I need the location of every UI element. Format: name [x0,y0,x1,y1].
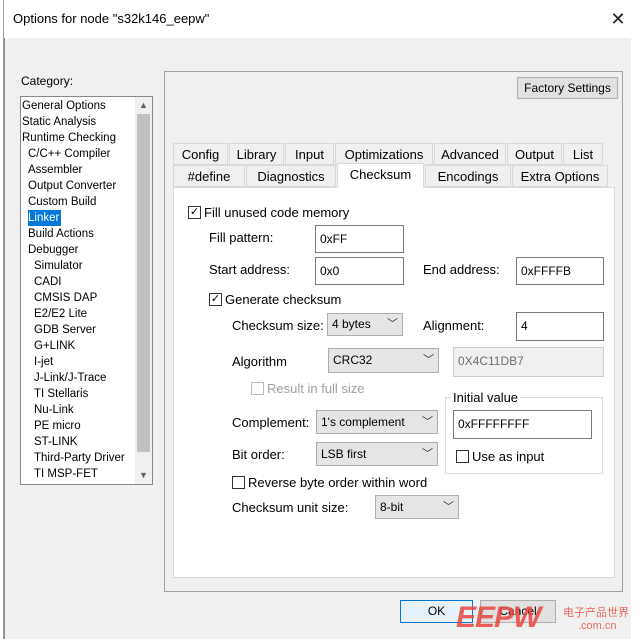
complement-label: Complement: [232,415,310,430]
complement-select[interactable]: 1's complement ﹀ [316,410,438,434]
use-as-input-label: Use as input [472,449,545,464]
end-address-input[interactable]: 0xFFFFB [516,257,604,285]
tab-config[interactable]: Config [173,143,228,165]
category-item[interactable]: PE micro [34,418,83,434]
use-as-input-checkbox[interactable] [456,450,469,463]
chevron-down-icon: ﹀ [422,416,433,428]
scroll-down-icon[interactable]: ▼ [135,467,152,483]
category-item[interactable]: I-jet [34,354,55,370]
unit-size-select[interactable]: 8-bit ﹀ [375,495,459,519]
initial-value-label: Initial value [451,390,521,405]
bit-order-select[interactable]: LSB first ﹀ [316,442,438,466]
category-item[interactable]: Nu-Link [34,402,76,418]
category-item[interactable]: Debugger [28,242,81,258]
result-full-size-label: Result in full size [267,381,365,396]
category-item[interactable]: Assembler [28,162,84,178]
category-item[interactable]: Output Converter [28,178,118,194]
fill-unused-checkbox[interactable]: ✓ [188,206,201,219]
unit-size-label: Checksum unit size: [232,500,349,515]
reverse-byte-order-label: Reverse byte order within word [248,475,428,490]
tab-encodings[interactable]: Encodings [425,165,511,187]
category-label: Category: [21,74,74,88]
algorithm-value: CRC32 [333,353,373,367]
category-item[interactable]: ST-LINK [34,434,79,450]
category-item[interactable]: GDB Server [34,322,98,338]
close-icon[interactable]: ✕ [605,6,631,32]
chevron-down-icon: ﹀ [422,448,433,460]
chevron-down-icon: ﹀ [387,318,398,330]
background-window-strip [631,38,643,639]
tab-optimizations[interactable]: Optimizations [335,143,433,165]
checksum-size-value: 4 bytes [332,317,371,331]
category-item[interactable]: Linker [28,210,62,226]
window-title: Options for node "s32k146_eepw" [13,11,210,26]
category-item[interactable]: TI Stellaris [34,386,90,402]
fill-pattern-label: Fill pattern: [209,230,274,245]
algorithm-label: Algorithm [232,354,287,369]
fill-unused-label: Fill unused code memory [204,205,350,220]
category-item[interactable]: Static Analysis [22,114,98,130]
tab-library[interactable]: Library [229,143,284,165]
category-item[interactable]: CMSIS DAP [34,290,99,306]
end-address-label: End address: [423,262,500,277]
watermark-cn: 电子产品世界 [563,607,629,619]
unit-size-value: 8-bit [380,500,404,514]
alignment-input[interactable]: 4 [516,312,604,341]
tab-extra-options[interactable]: Extra Options [512,165,608,187]
start-address-label: Start address: [209,262,290,277]
category-item[interactable]: G+LINK [34,338,77,354]
factory-settings-button[interactable]: Factory Settings [517,77,618,99]
category-list[interactable]: General Options Static Analysis Runtime Ch… [20,96,153,485]
tab-advanced[interactable]: Advanced [434,143,506,165]
polynomial-field: 0X4C11DB7 [453,347,604,377]
alignment-label: Alignment: [423,318,485,333]
tab-define[interactable]: #define [173,165,245,187]
initial-value-input[interactable]: 0xFFFFFFFF [453,410,592,439]
scroll-up-icon[interactable]: ▲ [135,97,152,113]
complement-value: 1's complement [321,415,405,429]
scroll-thumb[interactable] [137,114,150,452]
generate-checksum-label: Generate checksum [225,292,342,307]
category-item[interactable]: C/C++ Compiler [28,146,112,162]
algorithm-select[interactable]: CRC32 ﹀ [328,348,439,373]
tab-input[interactable]: Input [285,143,334,165]
category-item[interactable]: Custom Build [28,194,98,210]
chevron-down-icon: ﹀ [443,501,454,513]
fill-pattern-input[interactable]: 0xFF [315,225,404,253]
bit-order-label: Bit order: [232,447,285,462]
bit-order-value: LSB first [321,447,367,461]
category-item[interactable]: Simulator [34,258,85,274]
category-item[interactable]: Third-Party Driver [34,450,127,466]
tab-checksum[interactable]: Checksum [337,163,424,188]
category-item[interactable]: General Options [22,98,108,114]
category-item[interactable]: E2/E2 Lite [34,306,89,322]
checksum-size-select[interactable]: 4 bytes ﹀ [327,313,403,336]
result-full-size-checkbox[interactable] [251,382,264,395]
category-item[interactable]: Build Actions [28,226,96,242]
tab-list[interactable]: List [563,143,603,165]
watermark-logo: EEPW [456,601,541,634]
reverse-byte-order-checkbox[interactable] [232,476,245,489]
generate-checksum-checkbox[interactable]: ✓ [209,293,222,306]
category-item[interactable]: TI MSP-FET [34,466,100,482]
category-item[interactable]: CADI [34,274,63,290]
category-item[interactable]: J-Link/J-Trace [34,370,108,386]
chevron-down-icon: ﹀ [423,354,434,366]
watermark-url: .com.cn [578,620,617,632]
tab-diagnostics[interactable]: Diagnostics [246,165,336,187]
checksum-size-label: Checksum size: [232,318,324,333]
start-address-input[interactable]: 0x0 [315,257,404,285]
category-item[interactable]: Runtime Checking [22,130,118,146]
tab-output[interactable]: Output [507,143,562,165]
